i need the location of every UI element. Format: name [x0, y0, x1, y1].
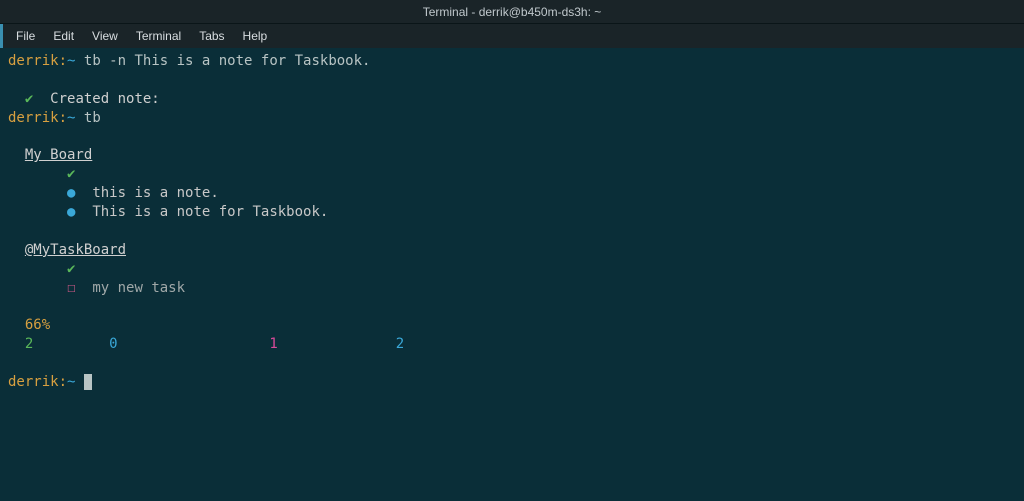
board-1-header: My Board [8, 146, 1016, 165]
blank-line [8, 128, 1016, 147]
prompt-line-1: derrik:~ tb -n This is a note for Taskbo… [8, 52, 1016, 71]
bullet-icon: ● [67, 204, 75, 220]
board-2-header: @MyTaskBoard [8, 241, 1016, 260]
note-text-1: this is a note. [92, 185, 218, 201]
board-title-1: My Board [25, 147, 92, 163]
bullet-icon: ● [67, 185, 75, 201]
stat-4: 2 [396, 336, 404, 352]
check-icon: ✔ [67, 166, 75, 182]
percent-value: 66% [25, 317, 50, 333]
menu-terminal[interactable]: Terminal [127, 29, 190, 43]
board-2-check: ✔ [8, 260, 1016, 279]
task-item-1: ☐ my new task [8, 279, 1016, 298]
menu-view[interactable]: View [83, 29, 127, 43]
stat-2: 0 [109, 336, 117, 352]
created-label: Created note: [50, 91, 160, 107]
menubar: File Edit View Terminal Tabs Help [0, 24, 1024, 48]
command-1: tb -n This is a note for Taskbook. [84, 53, 371, 69]
prompt-path: ~ [67, 374, 75, 390]
menu-file[interactable]: File [7, 29, 44, 43]
prompt-path: ~ [67, 53, 75, 69]
cursor [84, 374, 92, 390]
window-title: Terminal - derrik@b450m-ds3h: ~ [423, 5, 602, 19]
prompt-user: derrik: [8, 53, 67, 69]
check-icon: ✔ [67, 261, 75, 277]
blank-line [8, 222, 1016, 241]
stat-3: 1 [269, 336, 277, 352]
blank-line [8, 298, 1016, 317]
terminal-content[interactable]: derrik:~ tb -n This is a note for Taskbo… [0, 48, 1024, 396]
percent-line: 66% [8, 316, 1016, 335]
note-text-2: This is a note for Taskbook. [92, 204, 328, 220]
blank-line [8, 71, 1016, 90]
menu-help[interactable]: Help [234, 29, 277, 43]
window-titlebar[interactable]: Terminal - derrik@b450m-ds3h: ~ [0, 0, 1024, 24]
task-text-1: my new task [92, 280, 185, 296]
menu-edit[interactable]: Edit [44, 29, 83, 43]
prompt-user: derrik: [8, 110, 67, 126]
blank-line [8, 354, 1016, 373]
created-line: ✔ Created note: [8, 90, 1016, 109]
stats-line: 2 0 1 2 [8, 335, 1016, 354]
prompt-line-3: derrik:~ [8, 373, 1016, 392]
note-item-2: ● This is a note for Taskbook. [8, 203, 1016, 222]
prompt-line-2: derrik:~ tb [8, 109, 1016, 128]
note-item-1: ● this is a note. [8, 184, 1016, 203]
prompt-user: derrik: [8, 374, 67, 390]
check-icon: ✔ [25, 91, 33, 107]
command-2: tb [84, 110, 101, 126]
checkbox-icon: ☐ [67, 280, 75, 296]
board-title-2: @MyTaskBoard [25, 242, 126, 258]
board-1-check: ✔ [8, 165, 1016, 184]
prompt-path: ~ [67, 110, 75, 126]
stat-1: 2 [25, 336, 33, 352]
menu-tabs[interactable]: Tabs [190, 29, 233, 43]
